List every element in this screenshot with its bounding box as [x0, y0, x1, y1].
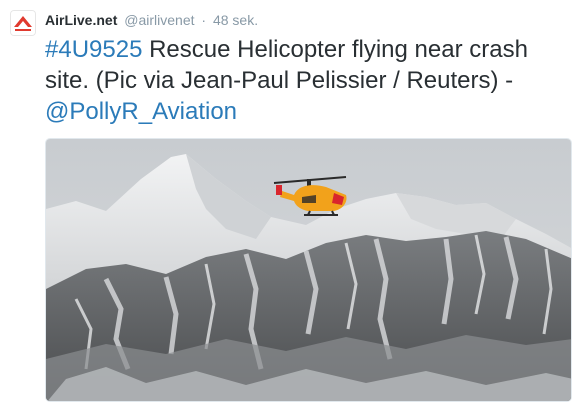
author-name[interactable]: AirLive.net — [45, 12, 117, 28]
tweet-photo[interactable] — [45, 138, 572, 402]
tweet-text: #4U9525 Rescue Helicopter flying near cr… — [45, 34, 575, 127]
timestamp[interactable]: 48 sek. — [213, 12, 258, 28]
avatar[interactable] — [11, 11, 35, 35]
mention-link[interactable]: @PollyR_Aviation — [45, 98, 237, 125]
airlive-logo-icon — [11, 11, 35, 35]
author-handle[interactable]: @airlivenet — [124, 12, 194, 28]
hashtag-link[interactable]: #4U9525 — [45, 36, 142, 63]
helicopter-photo — [46, 139, 571, 401]
separator: · — [201, 12, 207, 28]
tweet-header: AirLive.net @airlivenet · 48 sek. — [45, 9, 258, 31]
tweet[interactable]: AirLive.net @airlivenet · 48 sek. #4U952… — [0, 0, 584, 402]
